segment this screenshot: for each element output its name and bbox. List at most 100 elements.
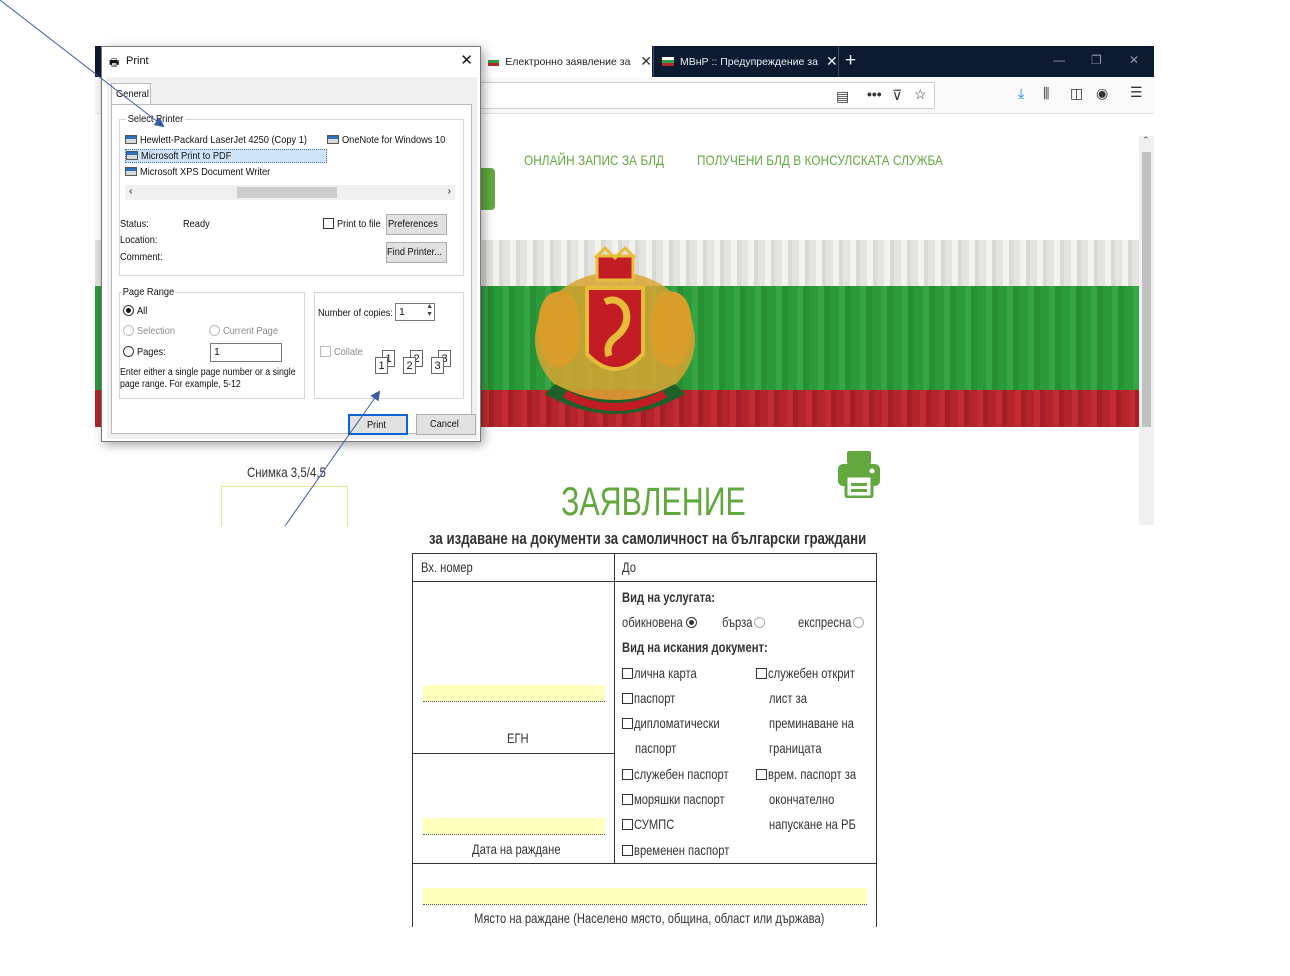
doc-seaman-passport[interactable]: моряшки паспорт: [622, 791, 747, 807]
checkbox-icon[interactable]: [622, 794, 633, 805]
tab-application[interactable]: Електронно заявление за изда... ✕: [480, 46, 652, 77]
tab-warning[interactable]: МВнР :: Предупреждение за п... ✕: [653, 46, 839, 77]
print-to-file-checkbox[interactable]: Print to file: [323, 218, 387, 230]
radio-icon[interactable]: [123, 325, 134, 336]
radio-icon[interactable]: [123, 346, 134, 357]
checkbox-icon[interactable]: [622, 668, 633, 679]
pocket-icon[interactable]: ⊽: [892, 87, 902, 104]
find-printer-button[interactable]: Find Printer...: [386, 242, 447, 263]
printer-item[interactable]: Microsoft XPS Document Writer: [125, 166, 288, 178]
egn-cell: ЕГН: [413, 582, 615, 754]
checkbox-icon[interactable]: [622, 769, 633, 780]
checkbox-icon[interactable]: [622, 718, 633, 729]
dialog-title: Print: [126, 55, 149, 67]
range-all-radio[interactable]: All: [123, 305, 149, 317]
printer-item[interactable]: OneNote for Windows 10: [327, 134, 457, 146]
dob-input[interactable]: [423, 818, 605, 835]
collate-checkbox[interactable]: Collate: [320, 346, 367, 358]
range-current-page-radio[interactable]: Current Page: [209, 325, 285, 337]
tab-label: МВнР :: Предупреждение за п...: [680, 55, 820, 68]
to-label: До: [622, 559, 636, 575]
checkbox-icon[interactable]: [320, 346, 331, 357]
page-range-hint: Enter either a single page number or a s…: [120, 367, 296, 390]
doc-passport[interactable]: паспорт: [622, 690, 686, 706]
dialog-body: General Select Printer Hewlett-Packard L…: [107, 77, 477, 439]
scrollbar-thumb[interactable]: [237, 187, 337, 198]
bookmark-star-icon[interactable]: ☆: [914, 86, 927, 103]
url-bar[interactable]: ▤ ••• ⊽ ☆: [480, 82, 935, 109]
checkbox-icon[interactable]: [756, 769, 767, 780]
scroll-left-icon[interactable]: ‹: [129, 185, 133, 197]
scroll-up-icon[interactable]: ⌃: [1142, 135, 1150, 146]
doc-sumps[interactable]: СУМПС: [622, 816, 684, 832]
tab-general[interactable]: General: [111, 83, 151, 105]
doc-exit-passport[interactable]: врем. паспорт за: [756, 766, 878, 782]
nav-link-received-documents[interactable]: ПОЛУЧЕНИ БЛД В КОНСУЛСКАТА СЛУЖБА: [697, 152, 943, 168]
checkbox-icon[interactable]: [622, 693, 633, 704]
egn-input[interactable]: [423, 685, 605, 702]
printer-icon[interactable]: [837, 450, 881, 498]
radio-icon[interactable]: [123, 305, 134, 316]
checkbox-icon[interactable]: [756, 668, 767, 679]
birthplace-input[interactable]: [423, 888, 867, 905]
printer-item[interactable]: Hewlett-Packard LaserJet 4250 (Copy 1): [125, 134, 330, 146]
radio-icon[interactable]: [685, 617, 697, 628]
copies-input[interactable]: 1 ▲ ▼: [395, 303, 435, 321]
sidebar-icon[interactable]: ◫: [1070, 85, 1083, 102]
doc-border-sheet[interactable]: служебен открит: [756, 665, 877, 681]
nav-link-online-booking[interactable]: ОНЛАЙН ЗАПИС ЗА БЛД: [524, 152, 664, 168]
status-label: Status:: [120, 218, 149, 230]
scroll-right-icon[interactable]: ›: [448, 185, 452, 197]
checkbox-icon[interactable]: [323, 218, 334, 229]
comment-label: Comment:: [120, 251, 163, 263]
menu-icon[interactable]: ☰: [1130, 84, 1143, 101]
range-selection-radio[interactable]: Selection: [123, 325, 180, 337]
photo-box: [221, 486, 348, 526]
copies-group: Number of copies: 1 ▲ ▼ Collate 1 1 2 2 3…: [314, 292, 464, 399]
scrollbar-thumb[interactable]: [1142, 152, 1151, 427]
page-range-group: Page Range All Selection Current Page Pa…: [119, 286, 305, 399]
printer-list-scrollbar[interactable]: ‹ ›: [125, 185, 455, 200]
cancel-button[interactable]: Cancel: [416, 414, 476, 435]
application-form: Вх. номер До ЕГН Дата на раждане Вид на …: [412, 553, 877, 927]
spinner-icon[interactable]: ▲ ▼: [426, 303, 433, 319]
radio-icon[interactable]: [754, 617, 766, 628]
more-actions-icon[interactable]: •••: [867, 86, 882, 102]
minimize-icon[interactable]: —: [1053, 53, 1065, 67]
printer-icon: [125, 167, 137, 176]
doc-id-card[interactable]: лична карта: [622, 665, 712, 681]
reader-view-icon[interactable]: ▤: [836, 88, 849, 105]
location-label: Location:: [120, 234, 158, 246]
close-window-icon[interactable]: ✕: [1129, 53, 1139, 67]
doc-temporary-passport[interactable]: временен паспорт: [622, 842, 753, 858]
radio-icon[interactable]: [209, 325, 220, 336]
service-option-regular[interactable]: обикновена: [622, 614, 697, 630]
close-tab-icon[interactable]: ✕: [640, 53, 652, 70]
dob-cell: Дата на раждане: [413, 754, 615, 864]
new-tab-icon[interactable]: +: [845, 50, 856, 72]
doc-service-passport[interactable]: служебен паспорт: [622, 766, 752, 782]
printer-item-selected[interactable]: Microsoft Print to PDF: [125, 149, 327, 163]
page-scrollbar[interactable]: ⌃: [1139, 135, 1154, 525]
checkbox-icon[interactable]: [622, 845, 633, 856]
account-icon[interactable]: ◉: [1096, 85, 1108, 102]
general-tab-page: Select Printer Hewlett-Packard LaserJet …: [111, 104, 472, 434]
downloads-icon[interactable]: ⤓: [1018, 85, 1024, 102]
restore-icon[interactable]: ❐: [1091, 53, 1102, 67]
incoming-number-label: Вх. номер: [421, 559, 473, 575]
close-icon[interactable]: ✕: [460, 51, 473, 69]
checkbox-icon[interactable]: [622, 819, 633, 830]
copies-label: Number of copies:: [318, 307, 393, 319]
dob-label: Дата на раждане: [472, 841, 561, 857]
preferences-button[interactable]: Preferences: [386, 214, 447, 235]
radio-icon[interactable]: [852, 617, 864, 628]
close-tab-icon[interactable]: ✕: [826, 53, 838, 70]
pages-input[interactable]: 1: [210, 343, 282, 362]
service-option-express[interactable]: експресна: [798, 614, 864, 630]
service-option-fast[interactable]: бърза: [722, 614, 766, 630]
range-pages-radio[interactable]: Pages:: [123, 346, 170, 358]
print-button[interactable]: Print: [348, 414, 408, 435]
status-value: Ready: [183, 218, 210, 230]
doc-diplomatic[interactable]: дипломатически: [622, 715, 741, 731]
library-icon[interactable]: ⫼: [1043, 85, 1049, 102]
